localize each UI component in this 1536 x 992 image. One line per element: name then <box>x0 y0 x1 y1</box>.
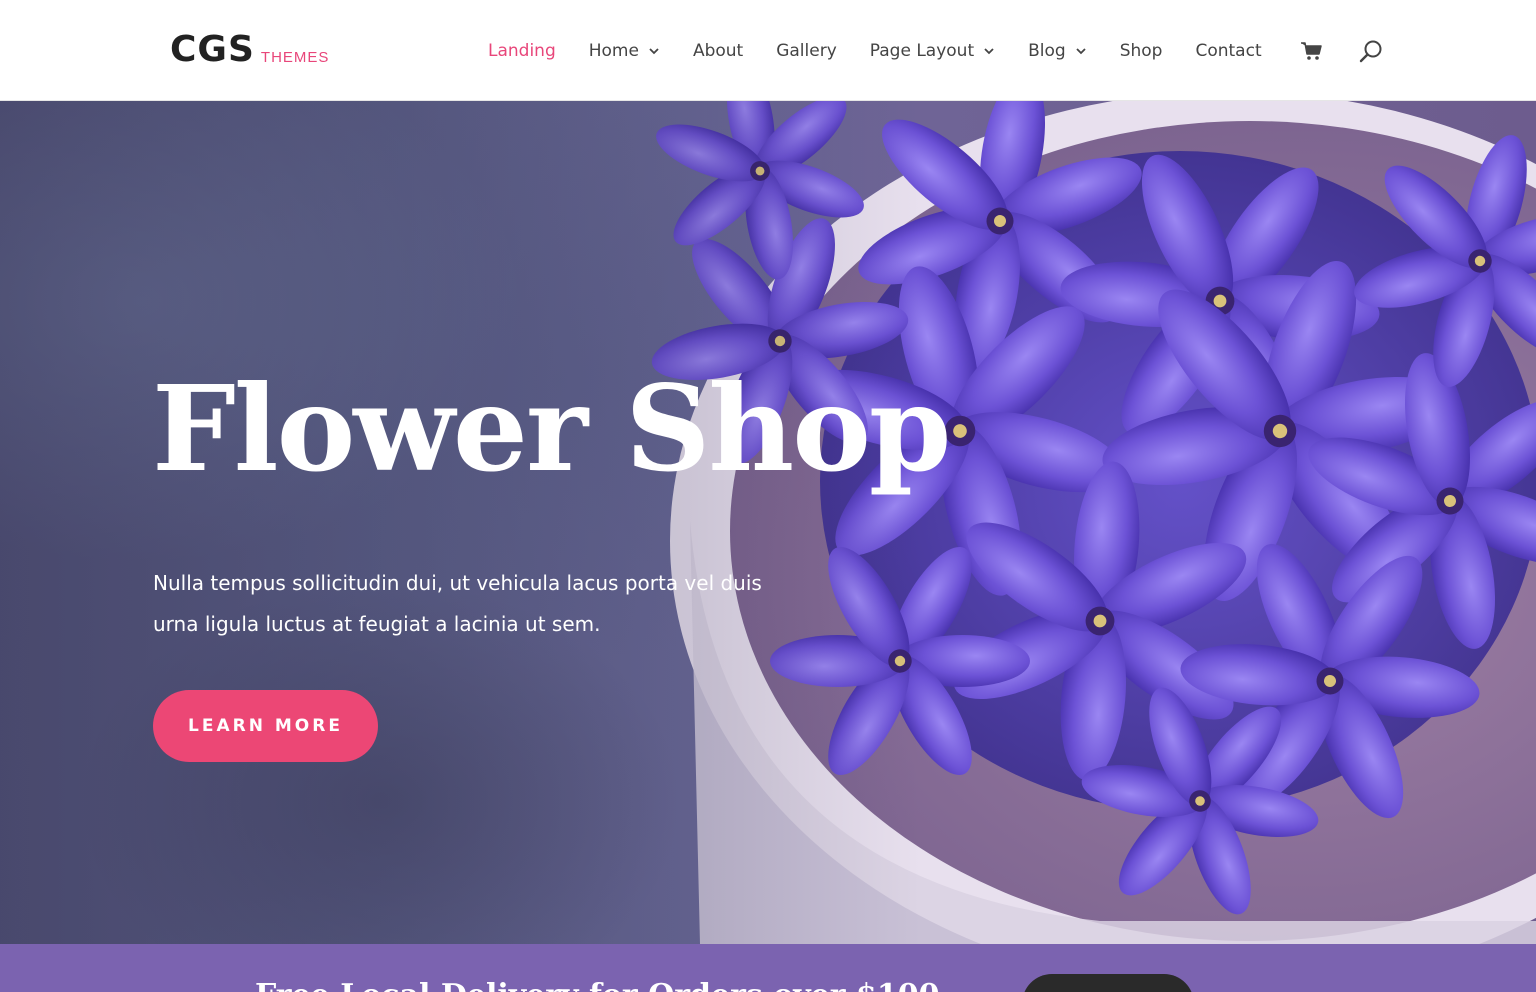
logo-main-text: CGS <box>170 29 255 70</box>
site-logo[interactable]: CGS THEMES <box>170 30 329 70</box>
nav-item-label: Landing <box>488 40 556 61</box>
nav-item-about[interactable]: About <box>693 41 743 61</box>
nav-item-label: Home <box>588 40 639 61</box>
chevron-down-icon <box>1076 47 1086 54</box>
hero-description: Nulla tempus sollicitudin dui, ut vehicu… <box>153 571 762 636</box>
chevron-down-icon <box>984 47 994 54</box>
nav-item-gallery[interactable]: Gallery <box>776 41 837 61</box>
nav-item-label: Gallery <box>776 40 837 61</box>
nav-item-label: Blog <box>1028 40 1066 61</box>
promo-band: Free Local Delivery for Orders over $100 <box>0 944 1536 992</box>
promo-button[interactable] <box>1022 974 1194 992</box>
shopping-cart-icon[interactable] <box>1300 39 1324 63</box>
nav-item-page-layout[interactable]: Page Layout <box>870 41 995 61</box>
site-header: CGS THEMES Landing Home About Gallery Pa… <box>0 0 1536 101</box>
nav-item-label: Contact <box>1195 40 1262 61</box>
search-icon[interactable] <box>1358 38 1384 64</box>
nav-item-label: Shop <box>1119 40 1163 61</box>
nav-item-shop[interactable]: Shop <box>1120 41 1163 61</box>
main-nav: Landing Home About Gallery Page Layout B… <box>488 0 1295 101</box>
nav-item-landing[interactable]: Landing <box>488 41 556 61</box>
nav-item-contact[interactable]: Contact <box>1195 41 1261 61</box>
chevron-down-icon <box>649 47 659 54</box>
logo-sub-text: THEMES <box>260 49 330 66</box>
learn-more-button[interactable]: LEARN MORE <box>153 690 378 762</box>
hero-overlay <box>0 101 1536 944</box>
hero-title: Flower Shop <box>152 359 951 498</box>
nav-item-label: About <box>692 40 744 61</box>
promo-text: Free Local Delivery for Orders over $100 <box>255 978 940 992</box>
nav-item-label: Page Layout <box>869 40 975 61</box>
hero-section: Flower Shop Nulla tempus sollicitudin du… <box>0 101 1536 944</box>
nav-item-home[interactable]: Home <box>589 41 660 61</box>
nav-item-blog[interactable]: Blog <box>1028 41 1087 61</box>
